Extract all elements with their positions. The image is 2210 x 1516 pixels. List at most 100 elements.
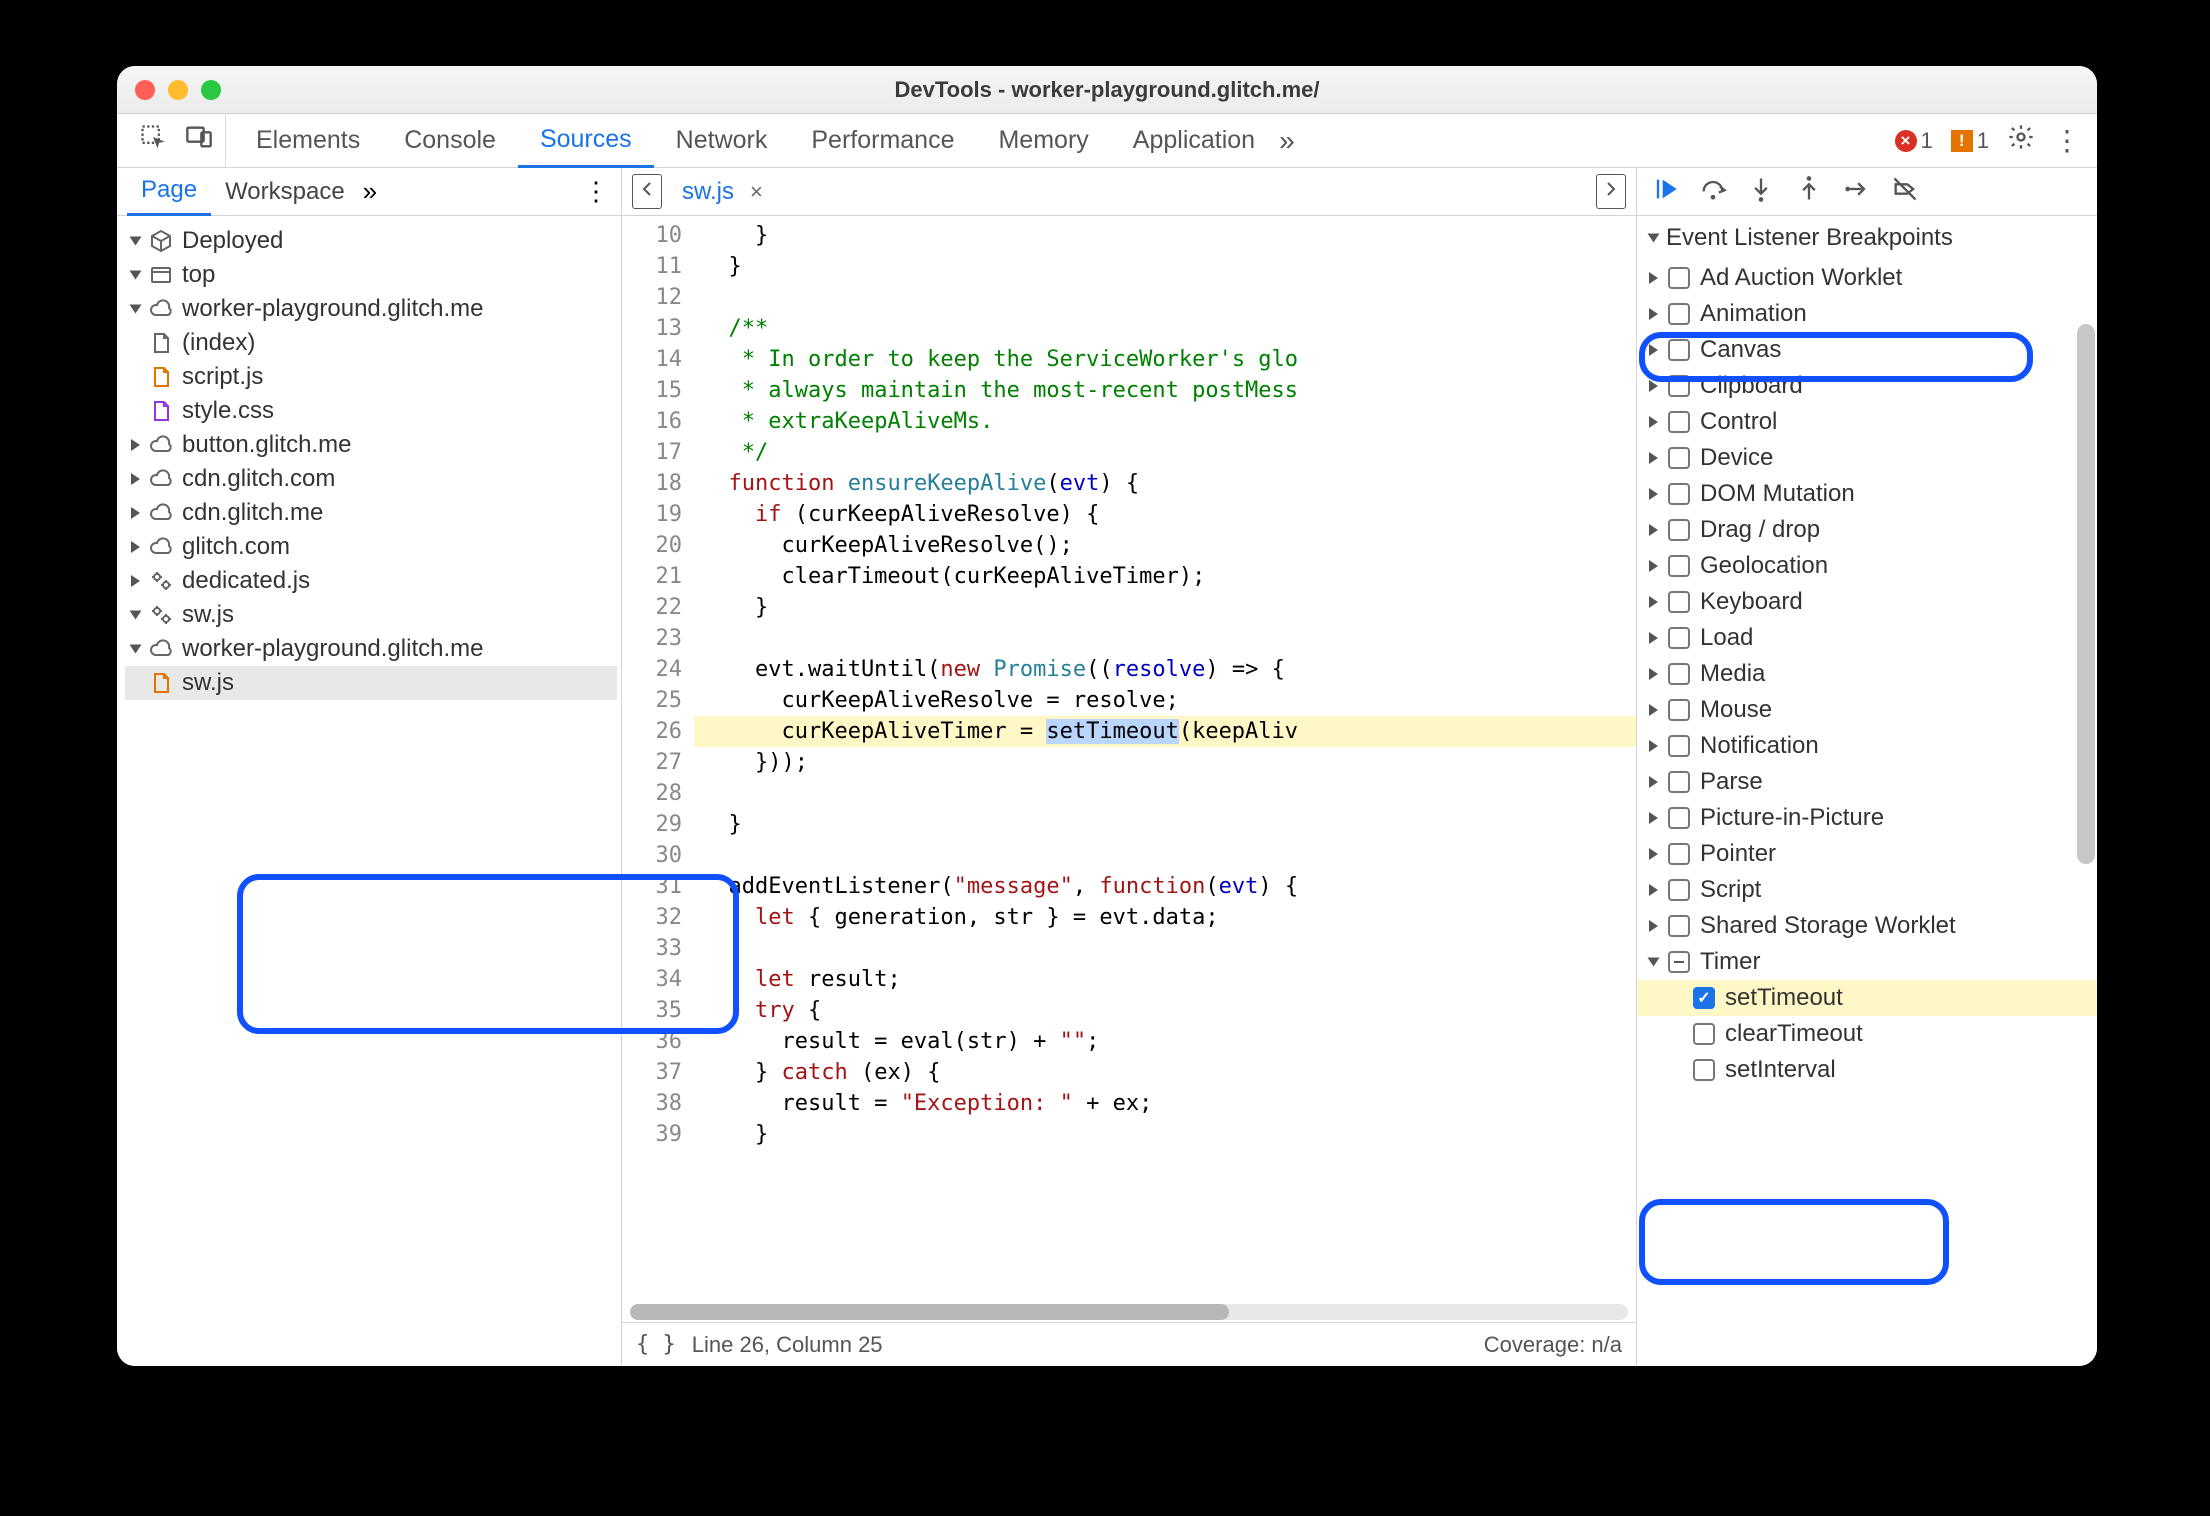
pretty-print-icon[interactable]: { } bbox=[636, 1332, 676, 1357]
settings-icon[interactable] bbox=[2007, 123, 2035, 158]
editor-tab-file[interactable]: sw.js bbox=[682, 178, 734, 206]
panel-tab-elements[interactable]: Elements bbox=[234, 114, 382, 168]
device-toggle-icon[interactable] bbox=[185, 123, 213, 158]
code-line[interactable] bbox=[694, 933, 1636, 964]
error-count[interactable]: × 1 bbox=[1895, 128, 1933, 154]
step-out-icon[interactable] bbox=[1795, 175, 1823, 208]
checkbox[interactable] bbox=[1668, 627, 1690, 649]
breakpoint-category[interactable]: Canvas bbox=[1637, 332, 2097, 368]
code-line[interactable]: if (curKeepAliveResolve) { bbox=[694, 499, 1636, 530]
breakpoint-category[interactable]: Geolocation bbox=[1637, 548, 2097, 584]
checkbox[interactable] bbox=[1668, 771, 1690, 793]
breakpoint-category[interactable]: Shared Storage Worklet bbox=[1637, 908, 2097, 944]
more-tabs-button[interactable]: » bbox=[1279, 125, 1295, 157]
vertical-scrollbar[interactable] bbox=[2077, 224, 2095, 1358]
checkbox[interactable] bbox=[1668, 951, 1690, 973]
nav-tab-page[interactable]: Page bbox=[127, 168, 211, 216]
code-line[interactable]: result = eval(str) + ""; bbox=[694, 1026, 1636, 1057]
event-listener-breakpoints-header[interactable]: Event Listener Breakpoints bbox=[1637, 216, 2097, 260]
checkbox[interactable] bbox=[1668, 447, 1690, 469]
close-tab-icon[interactable]: × bbox=[750, 179, 763, 205]
tree-item[interactable]: worker-playground.glitch.me bbox=[125, 632, 617, 666]
checkbox[interactable] bbox=[1668, 915, 1690, 937]
step-over-icon[interactable] bbox=[1699, 175, 1727, 208]
nav-menu-icon[interactable]: ⋮ bbox=[583, 176, 621, 207]
code-line[interactable] bbox=[694, 282, 1636, 313]
checkbox[interactable] bbox=[1668, 303, 1690, 325]
checkbox[interactable] bbox=[1693, 987, 1715, 1009]
panel-tab-memory[interactable]: Memory bbox=[976, 114, 1110, 168]
breakpoint-event[interactable]: setTimeout bbox=[1637, 980, 2097, 1016]
step-icon[interactable] bbox=[1843, 175, 1871, 208]
checkbox[interactable] bbox=[1668, 267, 1690, 289]
code-lines[interactable]: } } /** * In order to keep the ServiceWo… bbox=[694, 216, 1636, 1302]
checkbox[interactable] bbox=[1693, 1023, 1715, 1045]
breakpoint-category[interactable]: Media bbox=[1637, 656, 2097, 692]
inspect-icon[interactable] bbox=[139, 123, 167, 158]
nav-tab-workspace[interactable]: Workspace bbox=[211, 168, 359, 216]
breakpoint-category[interactable]: Mouse bbox=[1637, 692, 2097, 728]
code-line[interactable]: } bbox=[694, 251, 1636, 282]
checkbox[interactable] bbox=[1668, 843, 1690, 865]
code-line[interactable]: /** bbox=[694, 313, 1636, 344]
tree-item[interactable]: sw.js bbox=[125, 666, 617, 700]
breakpoint-category[interactable]: DOM Mutation bbox=[1637, 476, 2097, 512]
code-line[interactable]: } catch (ex) { bbox=[694, 1057, 1636, 1088]
tree-item[interactable]: top bbox=[125, 258, 617, 292]
breakpoint-category[interactable]: Ad Auction Worklet bbox=[1637, 260, 2097, 296]
maximize-window-button[interactable] bbox=[201, 80, 221, 100]
checkbox[interactable] bbox=[1668, 807, 1690, 829]
tree-item[interactable]: worker-playground.glitch.me bbox=[125, 292, 617, 326]
checkbox[interactable] bbox=[1668, 735, 1690, 757]
checkbox[interactable] bbox=[1668, 519, 1690, 541]
checkbox[interactable] bbox=[1668, 591, 1690, 613]
breakpoint-category[interactable]: Drag / drop bbox=[1637, 512, 2097, 548]
code-line[interactable]: } bbox=[694, 592, 1636, 623]
breakpoint-category[interactable]: Animation bbox=[1637, 296, 2097, 332]
code-line[interactable]: * always maintain the most-recent postMe… bbox=[694, 375, 1636, 406]
code-line[interactable]: } bbox=[694, 809, 1636, 840]
deactivate-breakpoints-icon[interactable] bbox=[1891, 175, 1919, 208]
code-line[interactable] bbox=[694, 840, 1636, 871]
breakpoint-category[interactable]: Parse bbox=[1637, 764, 2097, 800]
breakpoint-event[interactable]: clearTimeout bbox=[1637, 1016, 2097, 1052]
code-line[interactable]: let { generation, str } = evt.data; bbox=[694, 902, 1636, 933]
code-editor[interactable]: 1011121314151617181920212223242526272829… bbox=[622, 216, 1636, 1302]
checkbox[interactable] bbox=[1668, 483, 1690, 505]
code-line[interactable]: function ensureKeepAlive(evt) { bbox=[694, 468, 1636, 499]
code-line[interactable]: */ bbox=[694, 437, 1636, 468]
panel-tab-sources[interactable]: Sources bbox=[518, 114, 654, 168]
checkbox[interactable] bbox=[1668, 555, 1690, 577]
panel-tab-network[interactable]: Network bbox=[654, 114, 790, 168]
panel-tab-application[interactable]: Application bbox=[1111, 114, 1277, 168]
code-line[interactable]: })); bbox=[694, 747, 1636, 778]
code-line[interactable]: curKeepAliveResolve(); bbox=[694, 530, 1636, 561]
code-line[interactable]: clearTimeout(curKeepAliveTimer); bbox=[694, 561, 1636, 592]
toggle-debugger-icon[interactable] bbox=[1596, 174, 1626, 209]
horizontal-scrollbar[interactable] bbox=[622, 1302, 1636, 1322]
breakpoint-category[interactable]: Keyboard bbox=[1637, 584, 2097, 620]
code-line[interactable]: addEventListener("message", function(evt… bbox=[694, 871, 1636, 902]
more-menu-icon[interactable]: ⋮ bbox=[2053, 127, 2079, 155]
breakpoint-category[interactable]: Load bbox=[1637, 620, 2097, 656]
tree-item[interactable]: dedicated.js bbox=[125, 564, 617, 598]
checkbox[interactable] bbox=[1668, 375, 1690, 397]
code-line[interactable]: result = "Exception: " + ex; bbox=[694, 1088, 1636, 1119]
code-line[interactable]: * extraKeepAliveMs. bbox=[694, 406, 1636, 437]
breakpoint-category[interactable]: Notification bbox=[1637, 728, 2097, 764]
code-line[interactable]: curKeepAliveResolve = resolve; bbox=[694, 685, 1636, 716]
tree-item[interactable]: cdn.glitch.com bbox=[125, 462, 617, 496]
toggle-navigator-icon[interactable] bbox=[632, 174, 662, 209]
tree-item[interactable]: button.glitch.me bbox=[125, 428, 617, 462]
code-line[interactable]: * In order to keep the ServiceWorker's g… bbox=[694, 344, 1636, 375]
tree-item[interactable]: Deployed bbox=[125, 224, 617, 258]
panel-tab-console[interactable]: Console bbox=[382, 114, 518, 168]
code-line[interactable]: try { bbox=[694, 995, 1636, 1026]
code-line[interactable]: } bbox=[694, 220, 1636, 251]
warning-count[interactable]: ! 1 bbox=[1951, 128, 1989, 154]
checkbox[interactable] bbox=[1668, 879, 1690, 901]
tree-item[interactable]: cdn.glitch.me bbox=[125, 496, 617, 530]
checkbox[interactable] bbox=[1693, 1059, 1715, 1081]
resume-icon[interactable] bbox=[1651, 175, 1679, 208]
breakpoint-category[interactable]: Picture-in-Picture bbox=[1637, 800, 2097, 836]
